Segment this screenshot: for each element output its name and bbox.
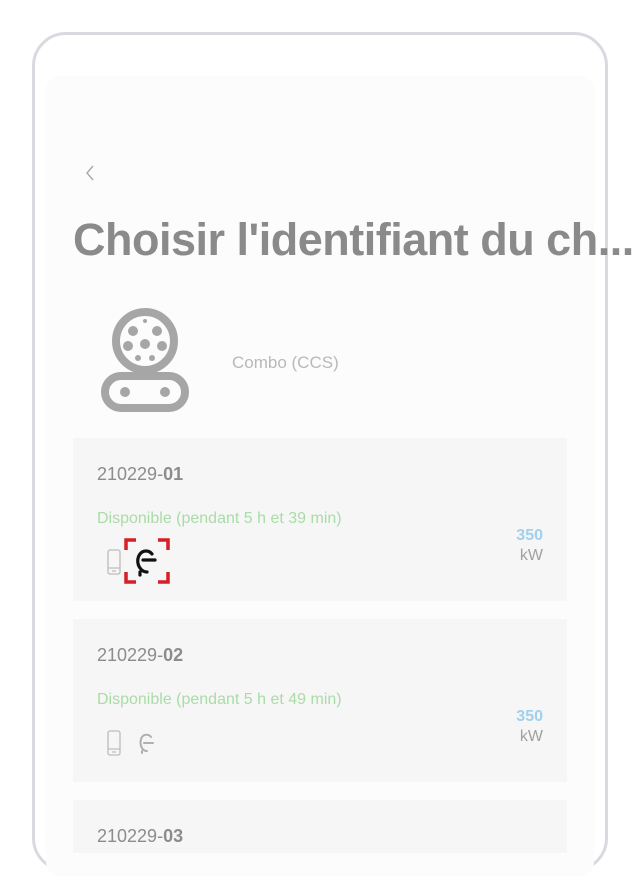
charger-card-01[interactable]: 210229-01 Disponible (pendant 5 h et 39 … <box>73 438 567 601</box>
plug-and-charge-highlight[interactable] <box>124 538 170 584</box>
charger-status: Disponible (pendant 5 h et 39 min) <box>97 510 342 527</box>
power-unit: kW <box>519 547 543 564</box>
page-title: Choisir l'identifiant du ch... <box>73 214 634 265</box>
power-unit: kW <box>519 728 543 745</box>
ccs-combo-connector-icon <box>100 306 190 412</box>
charger-access-icons <box>107 546 121 578</box>
charger-status: Disponible (pendant 5 h et 49 min) <box>97 691 342 708</box>
charger-card-03[interactable]: 210229-03 <box>73 800 567 853</box>
phone-icon <box>107 730 121 756</box>
charger-id: 210229-01 <box>97 464 184 484</box>
plug-and-charge-icon <box>136 549 157 577</box>
plug-and-charge-icon <box>139 733 154 754</box>
charger-id: 210229-03 <box>97 826 184 846</box>
charger-access-icons <box>107 727 159 759</box>
charger-card-02[interactable]: 210229-02 Disponible (pendant 5 h et 49 … <box>73 619 567 782</box>
chevron-left-icon <box>86 165 94 181</box>
power-value: 350 <box>516 527 543 544</box>
connector-name: Combo (CCS) <box>232 353 339 372</box>
power-value: 350 <box>516 708 543 725</box>
charger-id: 210229-02 <box>97 645 184 665</box>
phone-icon <box>107 549 121 575</box>
back-button[interactable] <box>78 160 102 186</box>
